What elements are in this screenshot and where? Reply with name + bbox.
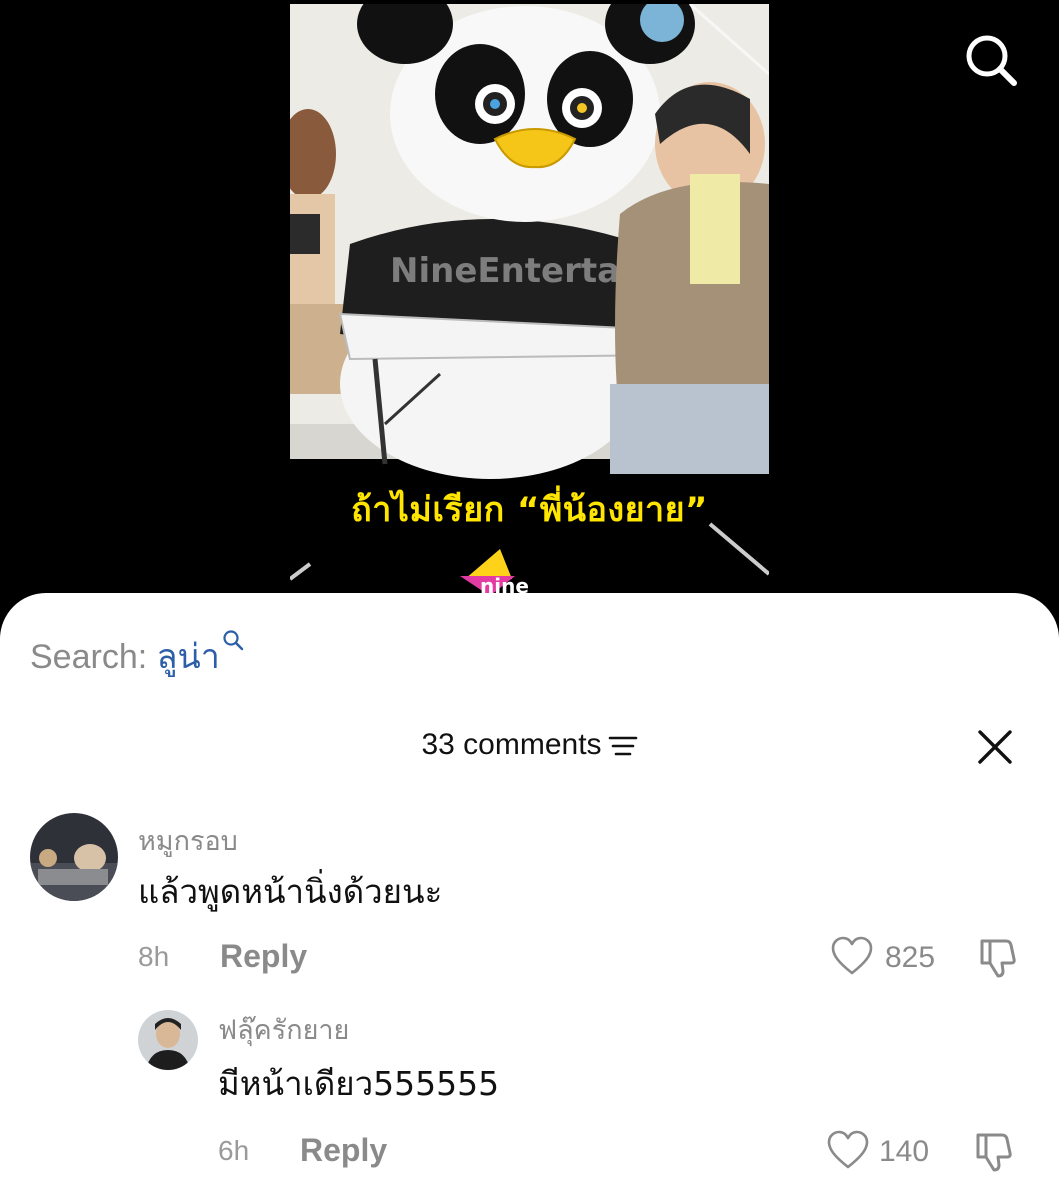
filter-icon[interactable] (608, 733, 638, 759)
dislike-icon[interactable] (978, 935, 1022, 979)
comments-count: 33 comments (421, 728, 602, 761)
comment-time: 8h (138, 941, 170, 972)
heart-icon[interactable] (826, 1129, 870, 1171)
comment-username[interactable]: ฟลุ๊ครักยาย (218, 1008, 349, 1051)
like-count: 825 (885, 941, 936, 974)
comment-text: แล้วพูดหน้านิ่งด้วยนะ (138, 872, 443, 911)
comments-header: 33 comments (0, 728, 1059, 762)
video-subtitle: ถ้าไม่เรียก “พี่น้องยาย” (351, 490, 708, 530)
dislike-icon[interactable] (974, 1129, 1018, 1173)
video-player[interactable]: NineEntertain ถ้าไม่เรียก “พี่น้องยาย” n… (290, 4, 769, 594)
comment-time: 6h (218, 1135, 250, 1166)
search-term[interactable]: ลูน่า (157, 638, 220, 676)
reply-button[interactable]: Reply (300, 1132, 387, 1169)
avatar-image (30, 813, 118, 901)
avatar[interactable] (30, 813, 118, 901)
search-icon (966, 35, 1017, 86)
close-button[interactable] (976, 728, 1014, 766)
search-button[interactable] (963, 32, 1019, 88)
comment-username[interactable]: หมูกรอบ (138, 819, 238, 862)
close-icon (978, 730, 1012, 764)
search-label: Search: (30, 638, 157, 676)
heart-icon[interactable] (830, 935, 874, 977)
reply-button[interactable]: Reply (220, 938, 307, 975)
avatar-image (138, 1010, 198, 1070)
like-count: 140 (879, 1135, 930, 1168)
comment-search-suggestion[interactable]: Search: ลูน่า (30, 629, 244, 683)
comment-text: มีหน้าเดียว555555 (218, 1064, 500, 1103)
search-icon (223, 630, 243, 651)
channel-watermark: nine (480, 574, 529, 594)
avatar[interactable] (138, 1010, 198, 1070)
comments-sheet: Search: ลูน่า 33 comments หมูกรอบ แล้วพู… (0, 593, 1059, 1200)
